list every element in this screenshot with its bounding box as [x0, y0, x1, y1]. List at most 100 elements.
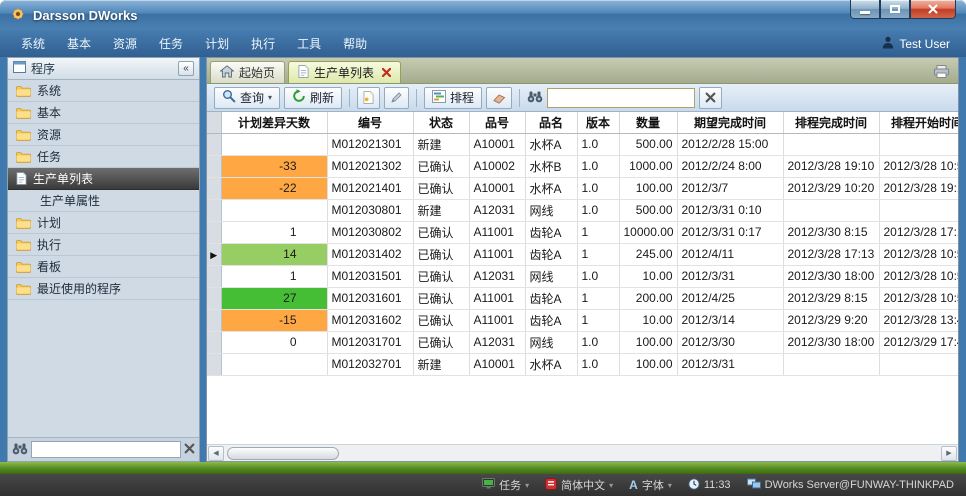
column-header-3[interactable]: 状态: [413, 112, 469, 133]
cell-qty: 10.00: [619, 265, 677, 287]
row-indicator: [207, 331, 221, 353]
sidebar-clear-icon[interactable]: [184, 443, 195, 457]
table-row-4[interactable]: M012030801新建A12031网线1.0500.002012/3/31 0…: [207, 199, 958, 221]
table-row-3[interactable]: -22M012021401已确认A10001水杯A1.0100.002012/3…: [207, 177, 958, 199]
sidebar-item-5[interactable]: 生产单列表: [8, 168, 199, 190]
sidebar-collapse-button[interactable]: «: [178, 61, 194, 76]
menu-item-3[interactable]: 资源: [102, 30, 148, 57]
table-row-11[interactable]: M012032701新建A10001水杯A1.0100.002012/3/31: [207, 353, 958, 375]
cell-order-no: M012021301: [327, 133, 413, 155]
grid-area: 计划差异天数编号状态品号品名版本数量期望完成时间排程完成时间排程开始时间最 M0…: [207, 112, 958, 444]
column-header-10[interactable]: 排程开始时间: [879, 112, 958, 133]
main-panel: 起始页 生产单列表 查询 ▾ 刷新: [206, 57, 959, 462]
folder-icon: [16, 85, 31, 97]
h-scrollbar[interactable]: ◀ ▶: [207, 444, 958, 461]
tab-label: 生产单列表: [314, 64, 374, 81]
cell-sched-start: 2012/3/29 17:46: [879, 331, 958, 353]
font-icon: A: [629, 478, 638, 492]
menu-item-1[interactable]: 系统: [10, 30, 56, 57]
cell-sched-start: 2012/3/28 10:52: [879, 243, 958, 265]
program-window-icon: [13, 61, 26, 76]
table-row-1[interactable]: M012021301新建A10001水杯A1.0500.002012/2/28 …: [207, 133, 958, 155]
query-button[interactable]: 查询 ▾: [214, 87, 280, 109]
menu-item-7[interactable]: 工具: [286, 30, 332, 57]
font-menu[interactable]: A 字体 ▾: [629, 477, 672, 493]
h-scroll-thumb[interactable]: [227, 447, 339, 460]
sidebar-item-1[interactable]: 系统: [8, 80, 199, 102]
table-row-7[interactable]: 1M012031501已确认A12031网线1.010.002012/3/312…: [207, 265, 958, 287]
table-row-9[interactable]: -15M012031602已确认A11001齿轮A110.002012/3/14…: [207, 309, 958, 331]
cell-part-name: 齿轮A: [525, 243, 577, 265]
cell-part-no: A10001: [469, 353, 525, 375]
query-label: 查询: [240, 89, 264, 106]
sidebar-item-label: 资源: [37, 126, 61, 143]
sidebar-item-8[interactable]: 执行: [8, 234, 199, 256]
cell-sched-start: [879, 199, 958, 221]
sidebar-item-4[interactable]: 任务: [8, 146, 199, 168]
binoculars-icon[interactable]: [12, 442, 28, 458]
menu-item-5[interactable]: 计划: [194, 30, 240, 57]
sidebar-item-2[interactable]: 基本: [8, 102, 199, 124]
menu-item-4[interactable]: 任务: [148, 30, 194, 57]
folder-icon: [16, 107, 31, 119]
menu-item-8[interactable]: 帮助: [332, 30, 378, 57]
cell-diff-days: [221, 353, 327, 375]
sidebar-item-3[interactable]: 资源: [8, 124, 199, 146]
cell-sched-start: 2012/3/28 17:13: [879, 221, 958, 243]
close-button[interactable]: [910, 0, 956, 19]
minimize-button[interactable]: [850, 0, 880, 19]
maximize-button[interactable]: [880, 0, 910, 19]
document-icon: [298, 65, 309, 81]
sidebar-item-9[interactable]: 看板: [8, 256, 199, 278]
user-area[interactable]: Test User: [882, 36, 956, 52]
sidebar-item-6[interactable]: 生产单属性: [8, 190, 199, 212]
language-icon: [545, 478, 557, 493]
table-row-5[interactable]: 1M012030802已确认A11001齿轮A110000.002012/3/3…: [207, 221, 958, 243]
table-row-2[interactable]: -33M012021302已确认A10002水杯B1.01000.002012/…: [207, 155, 958, 177]
column-header-7[interactable]: 数量: [619, 112, 677, 133]
sidebar-item-7[interactable]: 计划: [8, 212, 199, 234]
cell-expected: 2012/3/31: [677, 353, 783, 375]
table-row-8[interactable]: 27M012031601已确认A11001齿轮A1200.002012/4/25…: [207, 287, 958, 309]
folder-icon: [16, 239, 31, 251]
table-row-6[interactable]: ▶14M012031402已确认A11001齿轮A1245.002012/4/1…: [207, 243, 958, 265]
edit-button[interactable]: [384, 87, 409, 109]
column-header-6[interactable]: 版本: [577, 112, 619, 133]
scroll-right-icon[interactable]: ▶: [941, 446, 957, 461]
document-icon: [16, 172, 27, 185]
row-indicator-header: [207, 112, 221, 133]
refresh-button[interactable]: 刷新: [284, 87, 342, 109]
cell-sched-end: 2012/3/30 18:00: [783, 265, 879, 287]
column-header-2[interactable]: 编号: [327, 112, 413, 133]
toolbar-search-input[interactable]: [547, 88, 695, 108]
cell-status: 已确认: [413, 221, 469, 243]
tab-start-page[interactable]: 起始页: [210, 61, 285, 83]
new-button[interactable]: [357, 87, 380, 109]
language-menu[interactable]: 简体中文 ▾: [545, 477, 613, 493]
column-header-5[interactable]: 品名: [525, 112, 577, 133]
binoculars-icon[interactable]: [527, 90, 543, 106]
sidebar-search-input[interactable]: [31, 441, 181, 458]
scroll-left-icon[interactable]: ◀: [208, 446, 224, 461]
task-menu[interactable]: 任务 ▾: [482, 477, 529, 493]
clear-search-button[interactable]: [699, 87, 722, 109]
printer-icon[interactable]: [934, 65, 955, 80]
erase-button[interactable]: [486, 87, 512, 109]
sidebar-item-10[interactable]: 最近使用的程序: [8, 278, 199, 300]
refresh-label: 刷新: [310, 89, 334, 106]
column-header-4[interactable]: 品号: [469, 112, 525, 133]
menu-item-2[interactable]: 基本: [56, 30, 102, 57]
schedule-button[interactable]: 排程: [424, 87, 482, 109]
column-header-9[interactable]: 排程完成时间: [783, 112, 879, 133]
column-header-1[interactable]: 计划差异天数: [221, 112, 327, 133]
cell-part-name: 水杯B: [525, 155, 577, 177]
column-header-8[interactable]: 期望完成时间: [677, 112, 783, 133]
cell-part-no: A11001: [469, 309, 525, 331]
tab-close-icon[interactable]: [382, 68, 391, 77]
cell-order-no: M012031602: [327, 309, 413, 331]
cell-part-no: A11001: [469, 221, 525, 243]
folder-icon: [16, 261, 31, 273]
tab-production-order-list[interactable]: 生产单列表: [288, 61, 401, 83]
table-row-10[interactable]: 0M012031701已确认A12031网线1.0100.002012/3/30…: [207, 331, 958, 353]
menu-item-6[interactable]: 执行: [240, 30, 286, 57]
